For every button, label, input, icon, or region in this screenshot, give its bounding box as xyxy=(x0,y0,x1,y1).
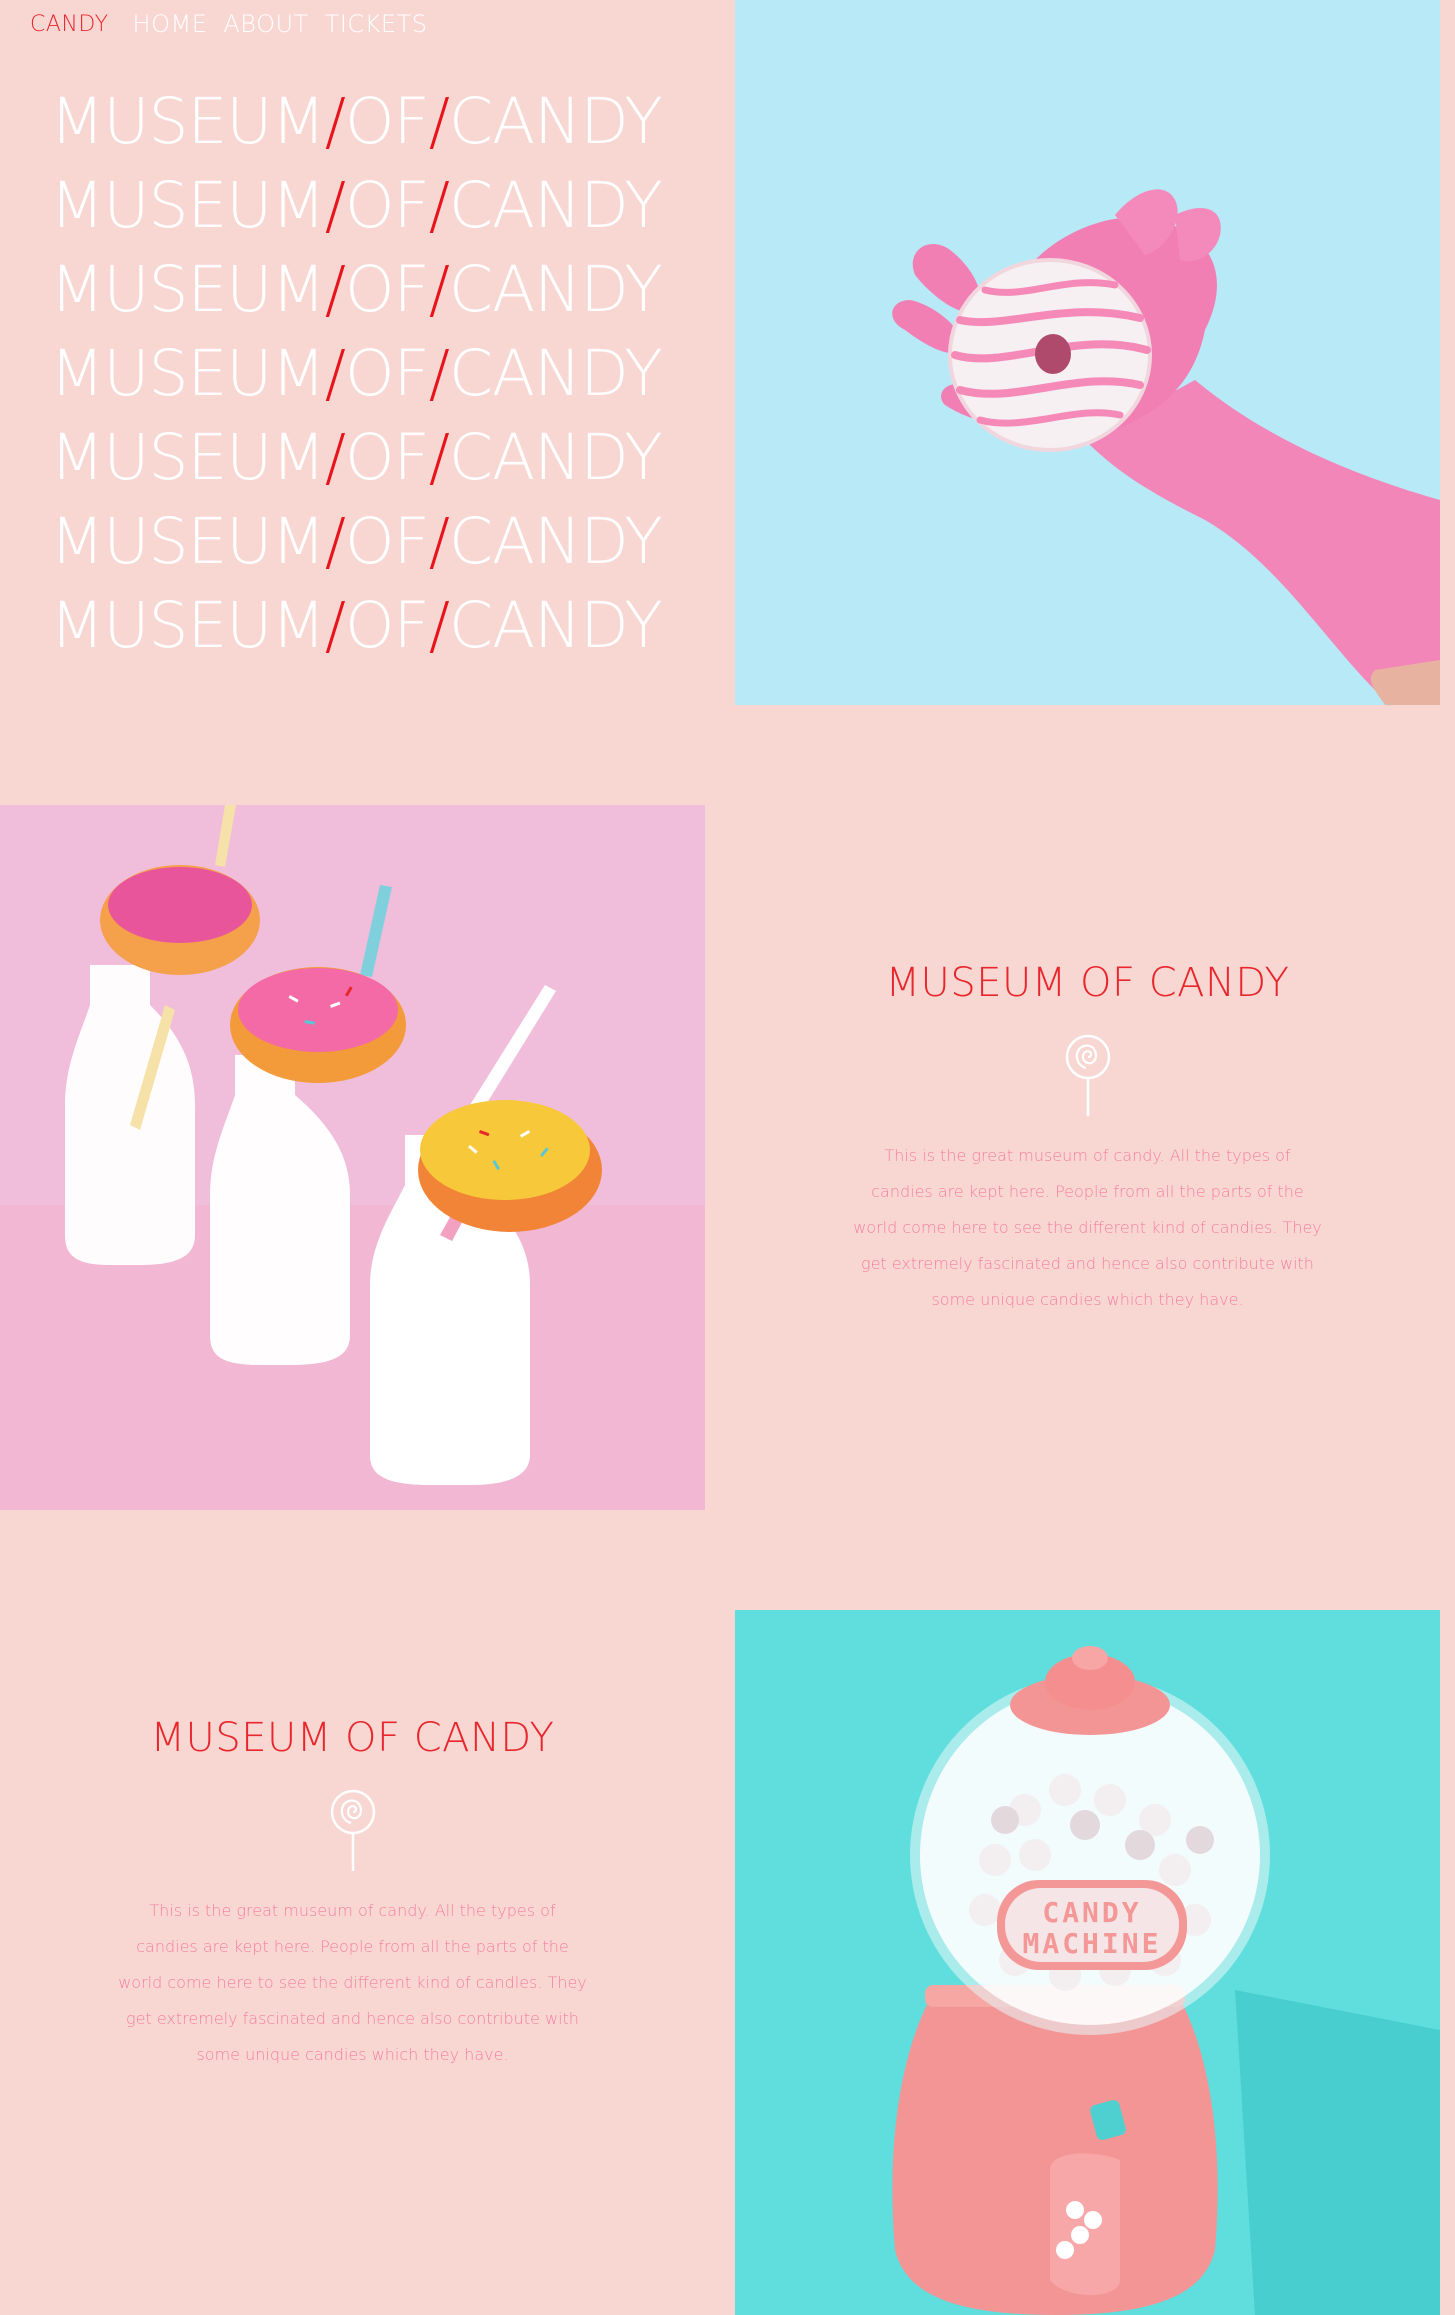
hero-slash: / xyxy=(324,337,346,410)
hero-word: CANDY xyxy=(449,85,663,158)
info-section-1: MUSEUM OF CANDY This is the great museum… xyxy=(735,960,1440,1318)
hero-word: OF xyxy=(344,505,430,578)
hero-title-line: MUSEUM/OF/CANDY xyxy=(50,584,663,668)
glove-donut-photo xyxy=(735,0,1440,705)
hero-slash: / xyxy=(324,589,346,662)
info-section-2: MUSEUM OF CANDY This is the great museum… xyxy=(0,1715,705,2073)
hero-slash: / xyxy=(324,505,346,578)
hero-title-line: MUSEUM/OF/CANDY xyxy=(50,332,663,416)
hero-word: MUSEUM xyxy=(50,505,326,578)
nav-tickets-link[interactable]: TICKETS xyxy=(325,10,428,38)
gumball-machine-illustration: CANDY MACHINE xyxy=(735,1610,1440,2315)
hero-slash: / xyxy=(428,589,450,662)
hero-slash: / xyxy=(324,169,346,242)
hero-slash: / xyxy=(428,337,450,410)
hero-title-line: MUSEUM/OF/CANDY xyxy=(50,500,663,584)
hero-word: OF xyxy=(344,421,430,494)
hero-word: OF xyxy=(344,169,430,242)
hero-word: MUSEUM xyxy=(50,253,326,326)
nav-home-link[interactable]: HOME xyxy=(133,10,208,38)
hero-slash: / xyxy=(428,253,450,326)
hero-title-line: MUSEUM/OF/CANDY xyxy=(50,164,663,248)
hero-slash: / xyxy=(324,253,346,326)
hero-word: OF xyxy=(344,589,430,662)
section-description: This is the great museum of candy. All t… xyxy=(118,1901,587,2064)
section-description: This is the great museum of candy. All t… xyxy=(853,1146,1322,1309)
hero-title-line: MUSEUM/OF/CANDY xyxy=(50,248,663,332)
hero-word: OF xyxy=(344,337,430,410)
brand-logo-link[interactable]: CANDY xyxy=(30,12,109,37)
hero-word: CANDY xyxy=(449,253,663,326)
hero-title-line: MUSEUM/OF/CANDY xyxy=(50,80,663,164)
gumball-label-top: CANDY xyxy=(1042,1896,1141,1929)
hero-slash: / xyxy=(428,169,450,242)
section-title: MUSEUM OF CANDY xyxy=(885,960,1290,1006)
hero-word: CANDY xyxy=(449,589,663,662)
nav-about-link[interactable]: ABOUT xyxy=(223,10,308,38)
hero-slash: / xyxy=(428,505,450,578)
hero-word: MUSEUM xyxy=(50,589,326,662)
section-title: MUSEUM OF CANDY xyxy=(150,1715,555,1761)
gumball-machine-photo: CANDY MACHINE xyxy=(735,1610,1440,2315)
hero-word: CANDY xyxy=(449,421,663,494)
gumball-label-bottom: MACHINE xyxy=(1022,1927,1161,1960)
lollipop-icon xyxy=(330,1789,375,1871)
hero-title-line: MUSEUM/OF/CANDY xyxy=(50,416,663,500)
milk-donut-illustration xyxy=(0,805,705,1510)
hero-word: MUSEUM xyxy=(50,85,326,158)
lollipop-icon xyxy=(1065,1034,1110,1116)
hero-word: MUSEUM xyxy=(50,421,326,494)
hero-word: CANDY xyxy=(449,505,663,578)
hero-word: MUSEUM xyxy=(50,337,326,410)
hero-slash: / xyxy=(324,85,346,158)
page: CANDY HOME ABOUT TICKETS MUSEUM/OF/CANDY… xyxy=(0,0,1455,2315)
hero-word: OF xyxy=(344,85,430,158)
milk-donut-photo xyxy=(0,805,705,1510)
glove-donut-illustration xyxy=(735,0,1440,705)
hero-word: CANDY xyxy=(449,169,663,242)
hero-word: MUSEUM xyxy=(50,169,326,242)
hero-slash: / xyxy=(324,421,346,494)
hero-title-stack: MUSEUM/OF/CANDY MUSEUM/OF/CANDY MUSEUM/O… xyxy=(50,80,663,668)
top-nav: CANDY HOME ABOUT TICKETS xyxy=(30,10,443,38)
hero-slash: / xyxy=(428,85,450,158)
hero-word: CANDY xyxy=(449,337,663,410)
hero-slash: / xyxy=(428,421,450,494)
hero-word: OF xyxy=(344,253,430,326)
